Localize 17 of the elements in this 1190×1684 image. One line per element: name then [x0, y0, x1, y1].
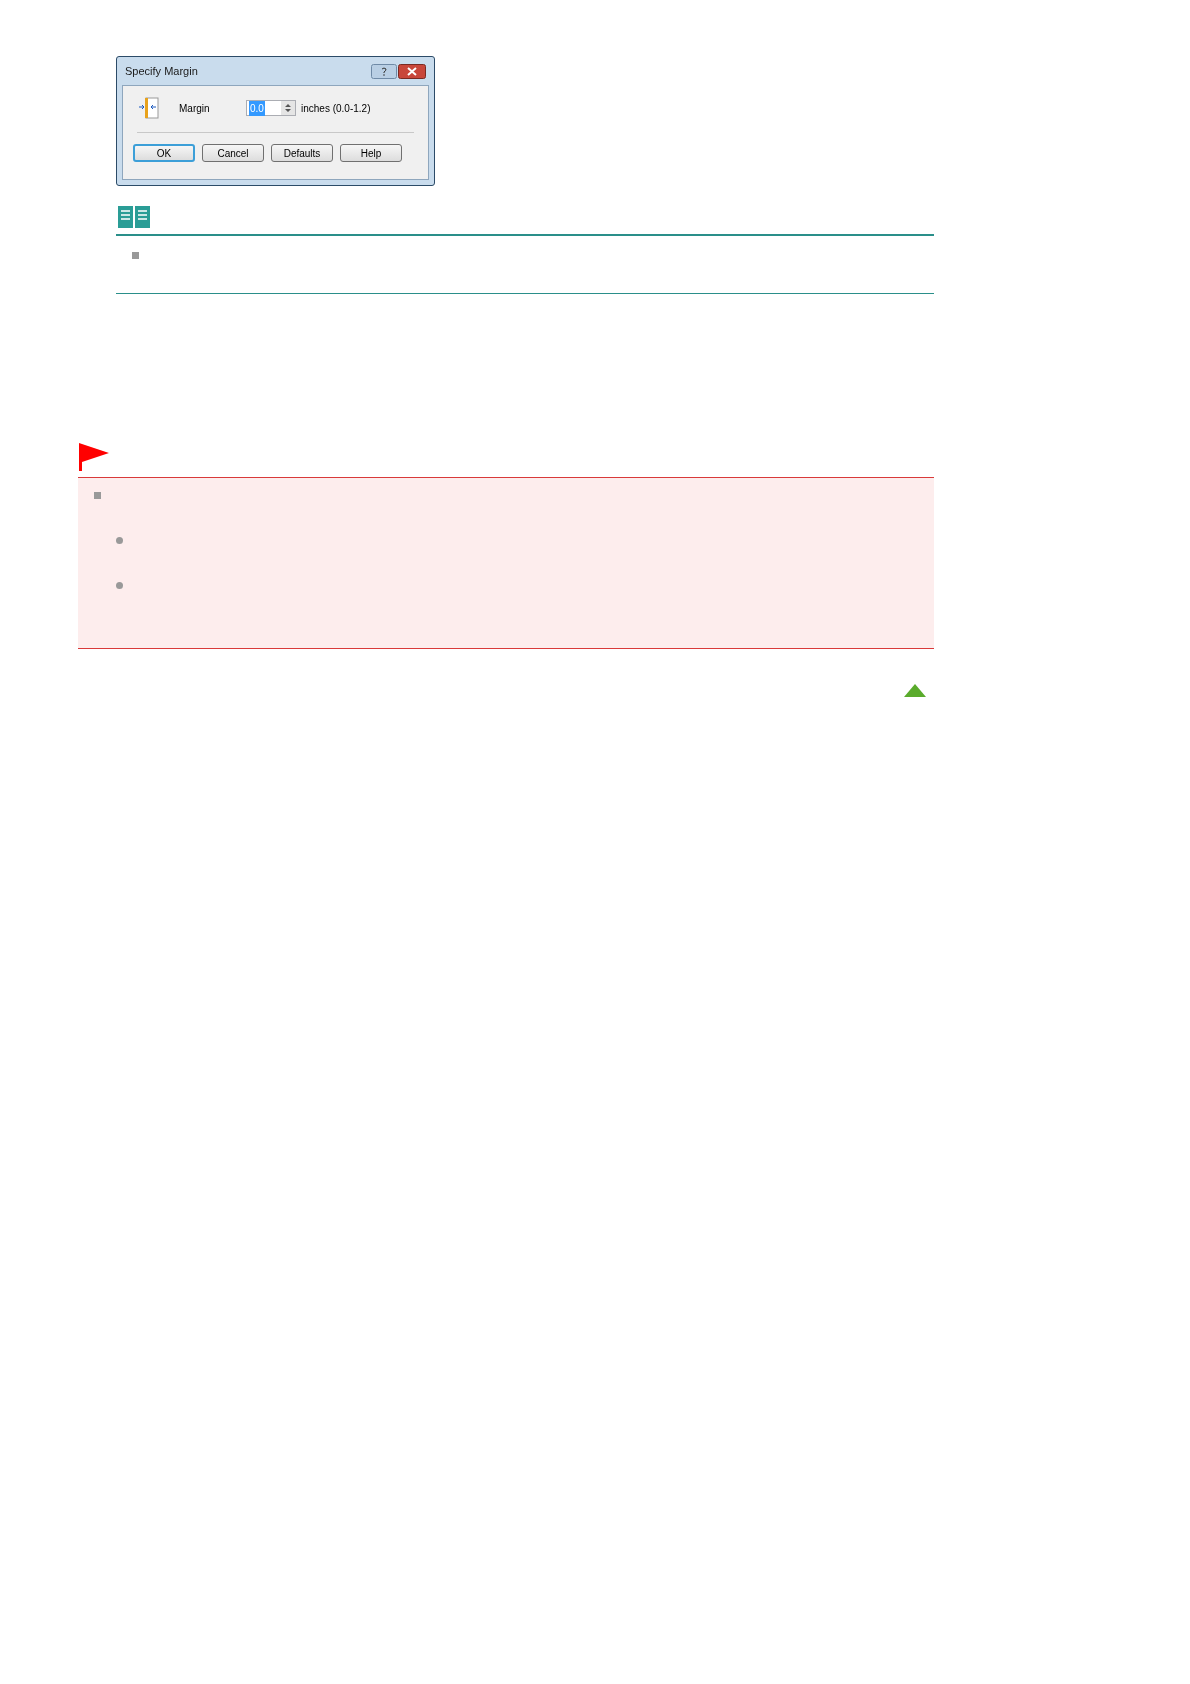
spinner-arrows-icon[interactable] — [281, 101, 295, 115]
bullet-icon — [116, 582, 123, 589]
back-to-top-icon[interactable] — [904, 684, 926, 697]
dialog-button[interactable]: OK — [133, 144, 195, 162]
close-icon[interactable] — [398, 63, 426, 79]
dialog-button[interactable]: Defaults — [271, 144, 333, 162]
bullet-icon — [132, 252, 139, 259]
bullet-icon — [94, 492, 101, 499]
bullet-icon — [116, 537, 123, 544]
flag-icon — [78, 442, 110, 472]
window-title: Specify Margin — [125, 63, 198, 79]
dialog-button[interactable]: Help — [340, 144, 402, 162]
unit-text: inches (0.0-1.2) — [301, 101, 371, 116]
dialog-button[interactable]: Cancel — [202, 144, 264, 162]
margin-icon — [137, 96, 161, 120]
book-icon — [116, 204, 152, 230]
field-label: Margin — [179, 101, 211, 116]
